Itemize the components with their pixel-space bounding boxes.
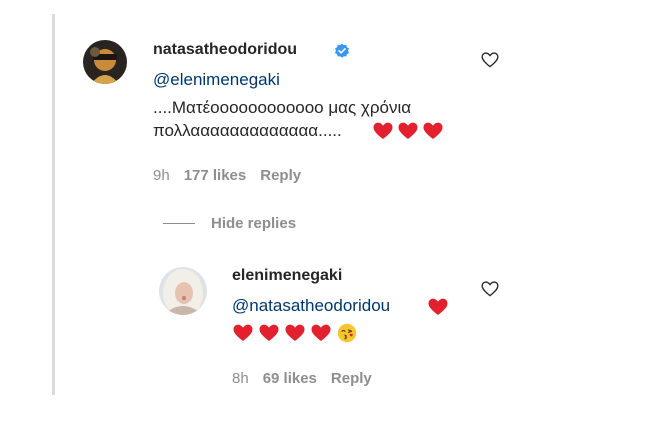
heart-emoji: [285, 324, 305, 341]
heart-emoji: [311, 324, 331, 341]
comment-timestamp[interactable]: 9h: [153, 167, 170, 184]
reply-username[interactable]: elenimenegaki: [232, 267, 342, 285]
divider-dash: [163, 223, 195, 224]
comment-mention-link[interactable]: @elenimenegaki: [153, 70, 280, 90]
likes-count[interactable]: 69 likes: [263, 370, 317, 387]
reply-timestamp[interactable]: 8h: [232, 370, 249, 387]
comment-text-line: πολλααααααααααααα.....: [153, 121, 342, 140]
heart-outline-icon[interactable]: [481, 52, 499, 68]
avatar[interactable]: [159, 267, 207, 315]
comment-text-line: ....Ματέοοοοοοοοοοοο μας χρόνια: [153, 98, 412, 117]
heart-outline-icon[interactable]: [481, 281, 499, 297]
reply-mention-link[interactable]: @natasatheodoridou: [232, 296, 390, 316]
comment-username[interactable]: natasatheodoridou: [153, 41, 297, 59]
thread-line: [52, 14, 55, 395]
verified-badge-icon: [334, 43, 350, 59]
comment-meta: 9h 177 likes Reply: [153, 167, 301, 184]
reply-meta: 8h 69 likes Reply: [232, 370, 372, 387]
hide-replies-button[interactable]: Hide replies: [163, 215, 296, 232]
heart-emoji-group: [428, 298, 448, 316]
hide-replies-label: Hide replies: [211, 215, 297, 232]
heart-emoji: [423, 122, 443, 139]
heart-emoji: [373, 122, 393, 139]
heart-emoji: [398, 122, 418, 139]
reply-button[interactable]: Reply: [260, 167, 301, 184]
reply-button[interactable]: Reply: [331, 370, 372, 387]
likes-count[interactable]: 177 likes: [184, 167, 247, 184]
face-blowing-kiss-emoji: [337, 323, 357, 343]
heart-emoji: [428, 298, 448, 315]
avatar[interactable]: [83, 40, 127, 84]
heart-emoji: [233, 324, 253, 341]
heart-emoji: [259, 324, 279, 341]
heart-emoji-group: [373, 122, 443, 140]
heart-emoji-group: [233, 323, 357, 343]
